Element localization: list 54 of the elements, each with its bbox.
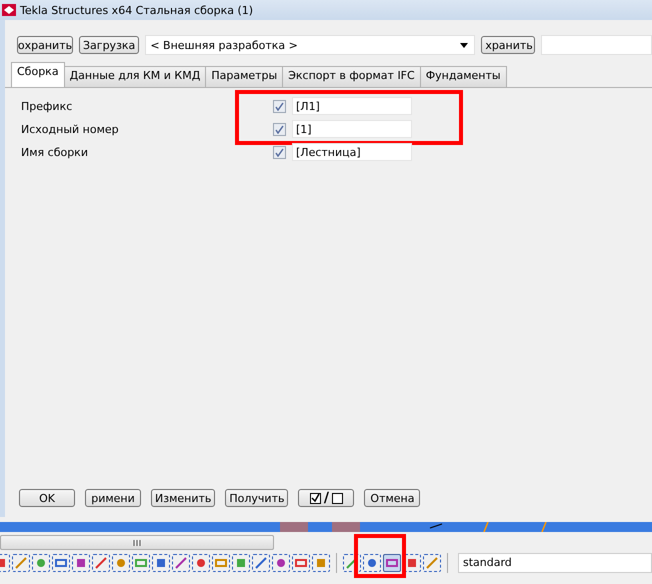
grip-icon — [133, 540, 141, 546]
toolbar-icon[interactable] — [312, 554, 330, 572]
tab[interactable]: Данные для КМ и КМД — [64, 66, 206, 87]
load-button[interactable]: Загрузка — [79, 36, 140, 54]
scrollbar-thumb[interactable] — [0, 535, 274, 550]
toolbar-icon[interactable] — [292, 554, 310, 572]
tab[interactable]: Сборка — [11, 62, 65, 87]
input-field[interactable]: [1] — [292, 120, 412, 138]
toolbar-icon[interactable] — [152, 554, 170, 572]
toolbar-icon[interactable] — [52, 554, 70, 572]
toolbar-icon[interactable] — [32, 554, 50, 572]
field-label: Исходный номер — [21, 122, 120, 136]
input-field[interactable]: [Лестница] — [292, 143, 412, 161]
checkbox[interactable] — [273, 146, 286, 158]
dialog-button[interactable]: Получить — [225, 489, 288, 507]
empty-box-icon — [332, 492, 344, 504]
toolbar-icon[interactable] — [403, 554, 421, 572]
preset-dropdown[interactable]: < Внешняя разработка > — [145, 35, 476, 55]
app-logo-icon — [2, 4, 16, 16]
toolbar-icon[interactable] — [112, 554, 130, 572]
tab[interactable]: Параметры — [205, 66, 284, 87]
window-title: Tekla Structures x64 Стальная сборка (1) — [20, 4, 254, 16]
toolbar-icon[interactable] — [383, 554, 401, 572]
checkbox[interactable] — [273, 122, 286, 136]
dialog-button[interactable]: Отмена — [364, 489, 420, 507]
toolbar-icon[interactable] — [232, 554, 250, 572]
input-field[interactable]: [Л1] — [292, 97, 412, 115]
toolbar-icon[interactable] — [363, 554, 381, 572]
toolbar-icon[interactable] — [12, 554, 30, 572]
toolbar-icon[interactable] — [92, 554, 110, 572]
toolbar-icon[interactable] — [272, 554, 290, 572]
save-button[interactable]: охранить — [17, 36, 73, 54]
checkbox[interactable] — [273, 100, 286, 112]
toolbar-icon[interactable] — [343, 554, 361, 572]
toolbar-icon[interactable] — [212, 554, 230, 572]
field-label: Имя сборки — [21, 146, 89, 158]
toolbar-icon[interactable] — [252, 554, 270, 572]
tab[interactable]: Фундаменты — [420, 66, 507, 87]
toolbar-icon[interactable] — [192, 554, 210, 572]
toolbar-icon[interactable] — [423, 554, 441, 572]
toggle-checkboxes-button[interactable]: / — [298, 489, 354, 507]
toolbar-icon[interactable] — [172, 554, 190, 572]
dialog-button[interactable]: римени — [85, 489, 141, 507]
dropdown-arrow-icon — [460, 42, 468, 48]
save-as-field[interactable] — [541, 35, 652, 55]
checked-box-icon — [310, 492, 321, 504]
save-as-button[interactable]: хранить — [481, 36, 536, 54]
filter-field[interactable]: standard — [458, 553, 652, 573]
dialog-button[interactable]: OK — [19, 489, 75, 507]
dialog-button[interactable]: Изменить — [151, 489, 216, 507]
tab[interactable]: Экспорт в формат IFC — [282, 66, 421, 87]
toolbar-icon[interactable] — [72, 554, 90, 572]
field-label: Префикс — [21, 100, 74, 112]
toolbar-icon[interactable] — [132, 554, 150, 572]
